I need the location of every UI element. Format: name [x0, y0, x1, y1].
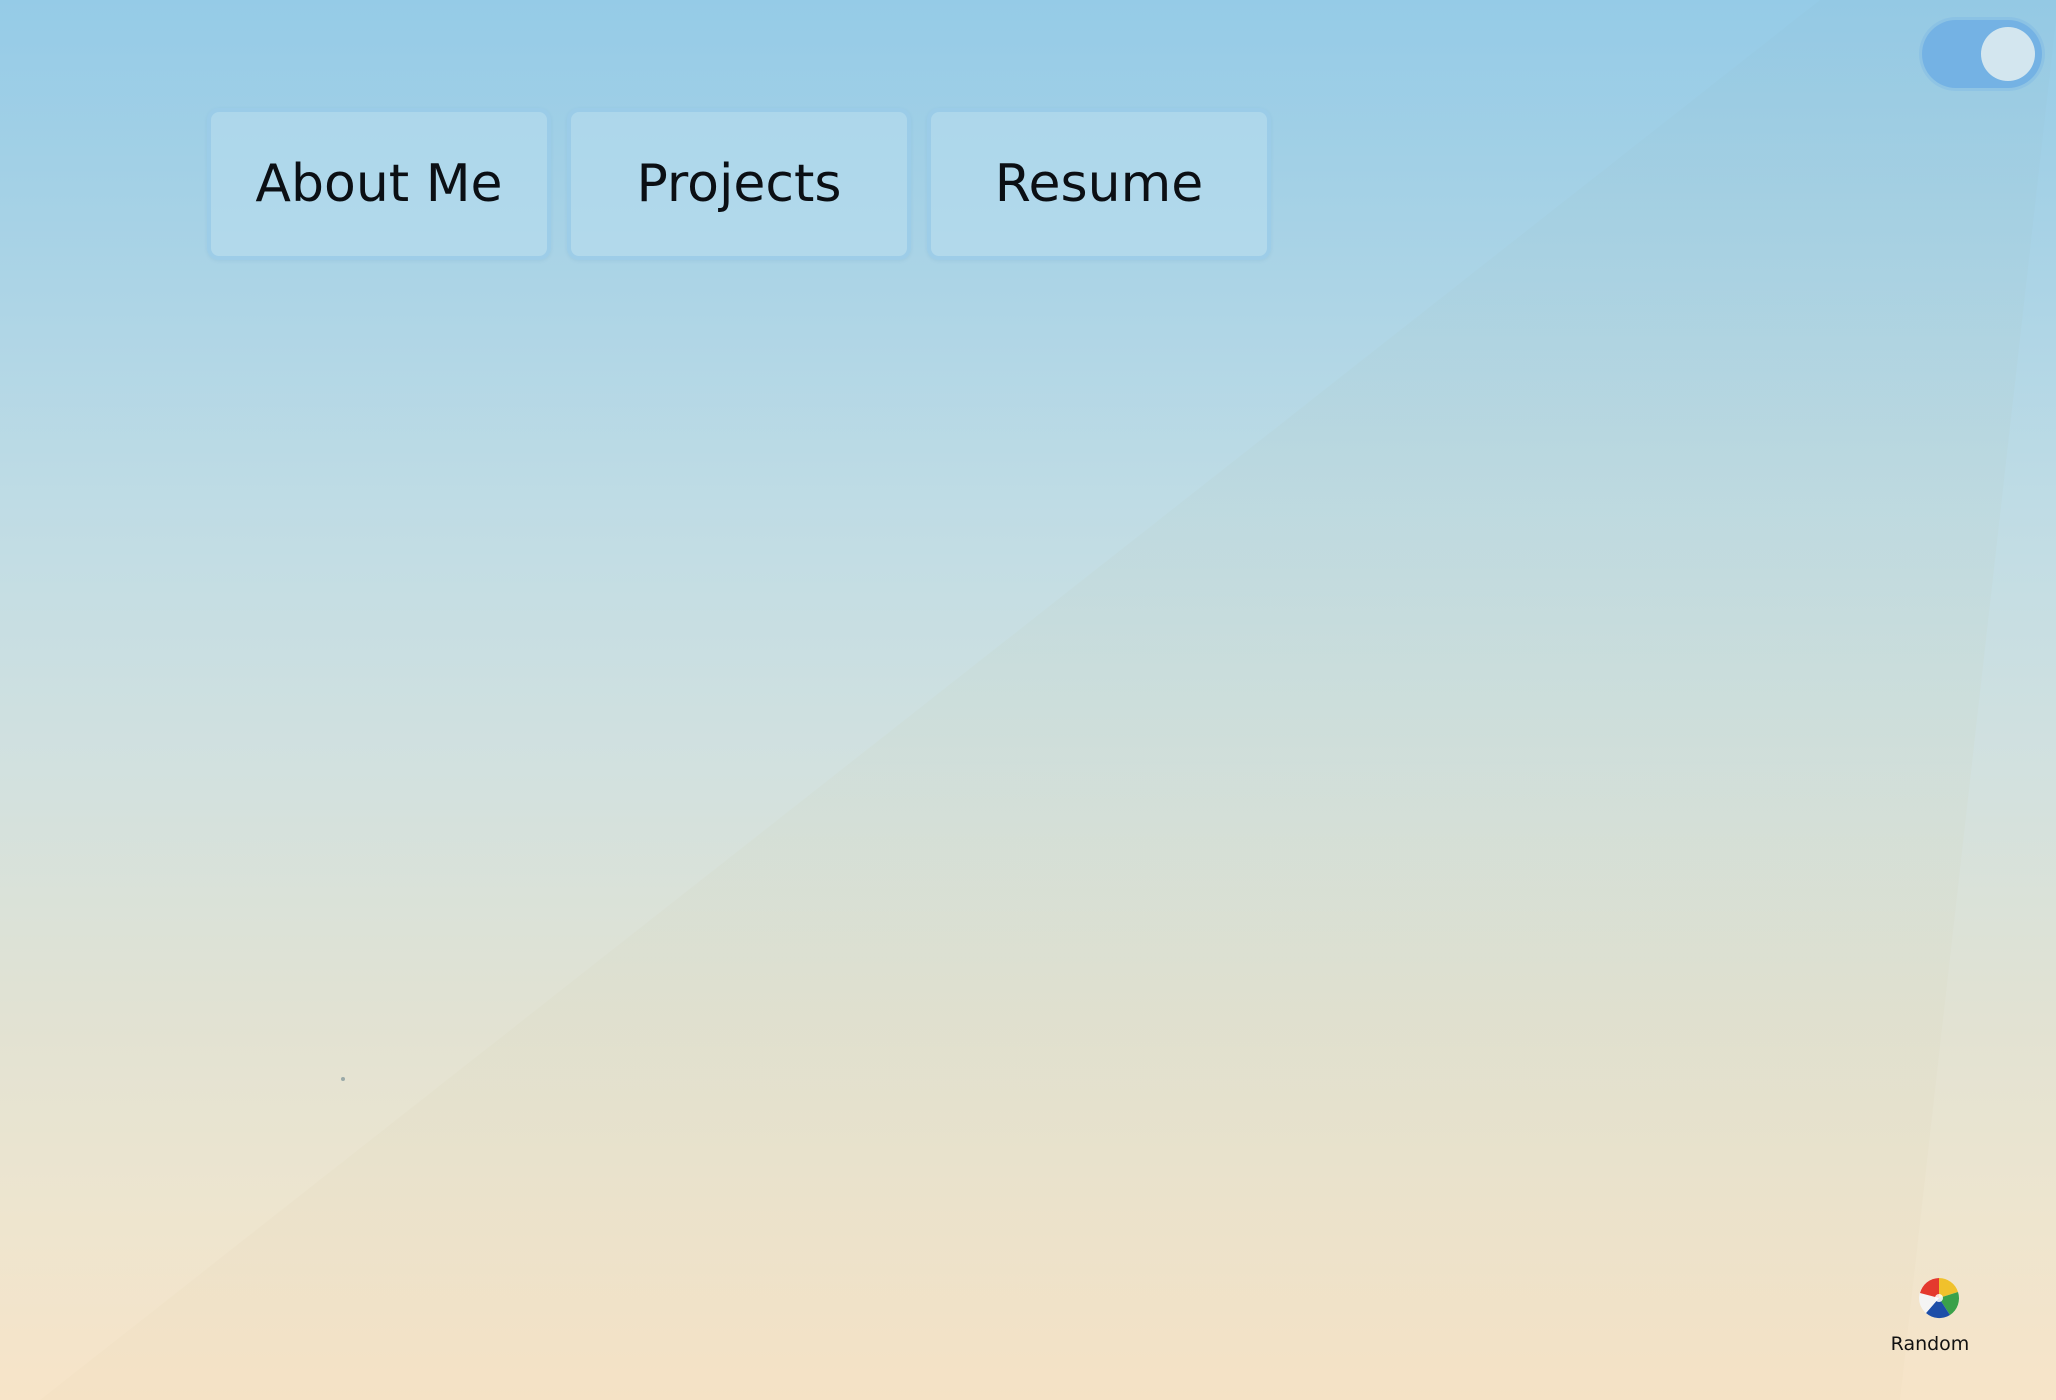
theme-toggle-switch[interactable] — [1922, 20, 2042, 88]
random-label: Random — [1890, 1333, 1970, 1355]
projects-label: Projects — [636, 154, 842, 214]
main-navigation: About Me Projects Resume — [207, 108, 1271, 260]
resume-label: Resume — [994, 154, 1204, 214]
beach-ball-icon — [1919, 1278, 1960, 1319]
resume-button[interactable]: Resume — [927, 108, 1271, 260]
background-speck — [341, 1077, 345, 1081]
projects-button[interactable]: Projects — [567, 108, 911, 260]
about-me-label: About Me — [255, 154, 503, 214]
toggle-knob — [1981, 27, 2035, 81]
about-me-button[interactable]: About Me — [207, 108, 551, 260]
random-button[interactable]: Random — [1880, 1275, 1980, 1375]
